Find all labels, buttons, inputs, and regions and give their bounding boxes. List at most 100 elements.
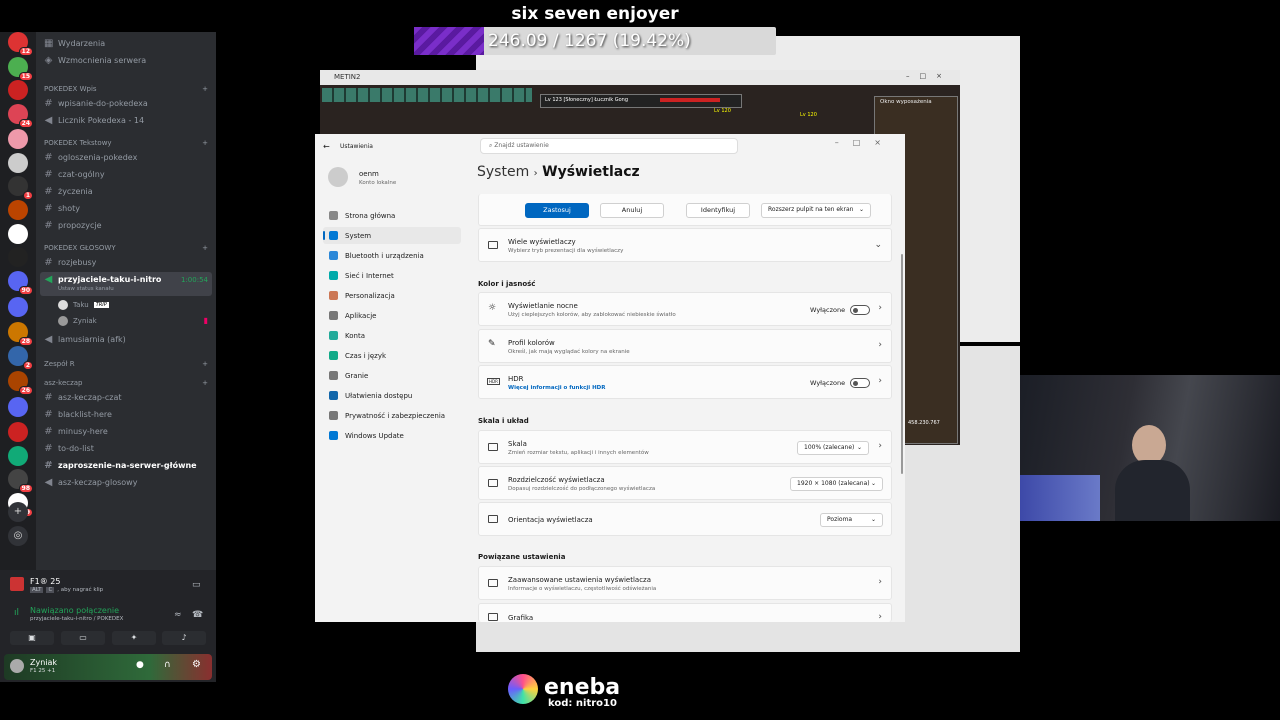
advanced-display-row[interactable]: Zaawansowane ustawienia wyświetlacza Inf… xyxy=(478,566,892,600)
add-channel-icon[interactable]: + xyxy=(202,244,208,252)
nav-item[interactable]: Prywatność i zabezpieczenia xyxy=(323,407,461,424)
server-icon[interactable] xyxy=(8,224,28,244)
channel-item[interactable]: # rozjebusy xyxy=(44,255,208,270)
server-icon[interactable] xyxy=(8,422,28,442)
graphics-row[interactable]: Grafika › xyxy=(478,603,892,622)
server-icon[interactable]: 98 xyxy=(8,469,33,493)
screen-share-button[interactable]: ▭ xyxy=(61,631,105,645)
gear-icon[interactable]: ⚙ xyxy=(192,659,201,670)
channel-events[interactable]: ▦ Wydarzenia xyxy=(44,36,208,51)
nav-item[interactable]: Bluetooth i urządzenia xyxy=(323,247,461,264)
camera-button[interactable]: ▣ xyxy=(10,631,54,645)
hdr-toggle[interactable] xyxy=(850,378,870,388)
headphones-icon[interactable]: ∩ xyxy=(164,660,171,670)
window-controls-icon[interactable]: –□× xyxy=(906,72,952,80)
discover-icon[interactable]: ◎ xyxy=(8,526,28,546)
microphone-icon[interactable]: ● xyxy=(136,660,144,670)
category-header[interactable]: asz-keczap + xyxy=(44,379,208,387)
nav-item[interactable]: Windows Update xyxy=(323,427,461,444)
scrollbar[interactable] xyxy=(901,254,903,474)
channel-item[interactable]: ◀ lamusiarnia (afk) xyxy=(44,332,208,347)
game-titlebar[interactable]: METIN2 –□× xyxy=(320,70,960,85)
channel-item[interactable]: # minusy-here xyxy=(44,424,208,439)
channel-item[interactable]: # wpisanie-do-pokedexa xyxy=(44,96,208,111)
orientation-select[interactable]: Pozioma ⌄ xyxy=(820,513,883,527)
server-icon[interactable] xyxy=(8,80,28,100)
avatar[interactable] xyxy=(10,659,24,673)
settings-window[interactable]: ← Ustawienia ⌕ Znajdź ustawienie –□× oen… xyxy=(315,134,905,622)
server-icon[interactable]: 12 xyxy=(8,32,33,56)
identify-button[interactable]: Identyfikuj xyxy=(686,203,750,218)
multiple-displays-row[interactable]: Wiele wyświetlaczy Wybierz tryb prezenta… xyxy=(478,228,892,262)
channel-item[interactable]: # asz-keczap-czat xyxy=(44,390,208,405)
orientation-row[interactable]: Orientacja wyświetlacza Pozioma ⌄ xyxy=(478,502,892,536)
voice-status[interactable]: Ustaw status kanału xyxy=(58,286,114,292)
nav-item[interactable]: System xyxy=(323,227,461,244)
soundboard-button[interactable]: ♪ xyxy=(162,631,206,645)
channel-item[interactable]: # czat-ogólny xyxy=(44,167,208,182)
add-channel-icon[interactable]: + xyxy=(202,139,208,147)
server-icon[interactable]: 2 xyxy=(8,346,33,370)
nav-item[interactable]: Aplikacje xyxy=(323,307,461,324)
add-channel-icon[interactable]: + xyxy=(202,379,208,387)
server-icon[interactable]: 1 xyxy=(8,176,33,200)
nav-item[interactable]: Czas i język xyxy=(323,347,461,364)
night-light-row[interactable]: ☼ Wyświetlanie nocne Użyj cieplejszych k… xyxy=(478,292,892,326)
hdr-info-link[interactable]: Więcej informacji o funkcji HDR xyxy=(508,385,605,391)
server-icon[interactable]: 15 xyxy=(8,57,33,81)
server-icon[interactable]: 24 xyxy=(8,104,33,128)
channel-item[interactable]: ◀ Licznik Pokedexa - 14 xyxy=(44,113,208,128)
add-server-icon[interactable]: + xyxy=(8,502,28,522)
add-channel-icon[interactable]: + xyxy=(202,85,208,93)
channel-item[interactable]: ◀ asz-keczap-glosowy xyxy=(44,475,208,490)
server-icon[interactable] xyxy=(8,200,28,220)
noise-suppression-icon[interactable]: ≈ xyxy=(174,610,182,620)
channel-item[interactable]: # propozycje xyxy=(44,218,208,233)
activities-button[interactable]: ✦ xyxy=(112,631,156,645)
color-profile-row[interactable]: ✎ Profil kolorów Określ, jak mają wygląd… xyxy=(478,329,892,363)
server-icon[interactable] xyxy=(8,446,28,466)
channel-item[interactable]: # ogloszenia-pokedex xyxy=(44,150,208,165)
overlay-icon[interactable]: ▭ xyxy=(192,580,201,590)
connection-status[interactable]: Nawiązano połączenie xyxy=(30,606,119,615)
category-header[interactable]: POKEDEX GŁOSOWY + xyxy=(44,244,208,252)
server-icon[interactable] xyxy=(8,397,28,417)
nav-item[interactable]: Personalizacja xyxy=(323,287,461,304)
voice-user[interactable]: Taku TRIP xyxy=(58,297,208,312)
night-light-toggle[interactable] xyxy=(850,305,870,315)
resolution-select[interactable]: 1920 × 1080 (zalecana) ⌄ xyxy=(790,477,883,491)
nav-item[interactable]: Konta xyxy=(323,327,461,344)
category-header[interactable]: POKEDEX Wpis + xyxy=(44,85,208,93)
channel-item-unread[interactable]: # zaproszenie-na-serwer-główne xyxy=(44,458,208,473)
skill-bar[interactable] xyxy=(322,88,532,102)
channel-item[interactable]: # to-do-list xyxy=(44,441,208,456)
hdr-row[interactable]: HDR HDR Więcej informacji o funkcji HDR … xyxy=(478,365,892,399)
connection-channel[interactable]: przyjaciele-taku-i-nitro / POKEDEX xyxy=(30,616,123,622)
add-channel-icon[interactable]: + xyxy=(202,360,208,368)
voice-channel-name[interactable]: ◀ przyjaciele-taku-i-nitro 1:00:54 xyxy=(44,272,208,287)
multi-display-select[interactable]: Rozszerz pulpit na ten ekran ⌄ xyxy=(761,203,871,218)
server-icon[interactable] xyxy=(8,153,28,173)
server-icon[interactable]: 90 xyxy=(8,271,33,295)
voice-user[interactable]: Zyniak ▮ xyxy=(58,313,208,328)
channel-item[interactable]: # shoty xyxy=(44,201,208,216)
scale-row[interactable]: Skala Zmień rozmiar tekstu, aplikacji i … xyxy=(478,430,892,464)
server-icon[interactable] xyxy=(8,297,28,317)
scale-select[interactable]: 100% (zalecane) ⌄ xyxy=(797,441,869,455)
category-header[interactable]: Zespół R + xyxy=(44,360,208,368)
channel-boosts[interactable]: ◈ Wzmocnienia serwera xyxy=(44,53,208,68)
window-controls-icon[interactable]: –□× xyxy=(835,138,895,147)
channel-item[interactable]: # blacklist-here xyxy=(44,407,208,422)
resolution-row[interactable]: Rozdzielczość wyświetlacza Dopasuj rozdz… xyxy=(478,466,892,500)
server-icon[interactable]: 28 xyxy=(8,322,33,346)
cancel-button[interactable]: Anuluj xyxy=(600,203,664,218)
channel-item[interactable]: # życzenia xyxy=(44,184,208,199)
server-icon[interactable] xyxy=(8,129,28,149)
apply-button[interactable]: Zastosuj xyxy=(525,203,589,218)
nav-item[interactable]: Ułatwienia dostępu xyxy=(323,387,461,404)
search-input[interactable]: ⌕ Znajdź ustawienie xyxy=(480,138,738,154)
disconnect-icon[interactable]: ☎ xyxy=(192,610,203,620)
username[interactable]: Zyniak xyxy=(30,658,57,667)
nav-item[interactable]: Strona główna xyxy=(323,207,461,224)
nav-item[interactable]: Granie xyxy=(323,367,461,384)
